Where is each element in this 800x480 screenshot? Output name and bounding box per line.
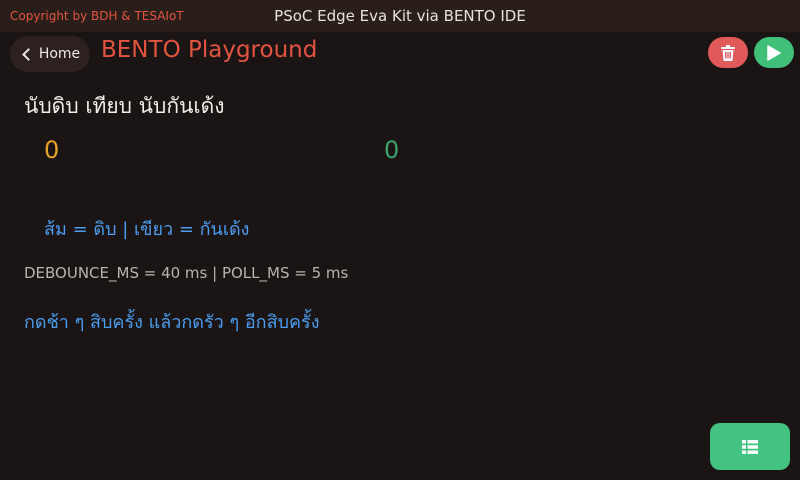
run-button[interactable] [754,37,794,68]
chevron-left-icon [21,47,35,61]
list-icon [742,439,758,454]
trash-icon [721,44,735,61]
top-bar: Copyright by BDH & TESAIoT PSoC Edge Eva… [0,0,800,32]
home-button-label: Home [38,46,81,62]
color-legend: ส้ม = ดิบ | เขียว = กันเด้ง [44,219,250,240]
play-icon [767,44,781,61]
instruction-text: กดช้า ๆ สิบครั้ง แล้วกดรัว ๆ อีกสิบครั้ง [24,312,320,333]
raw-count: 0 [44,136,60,164]
window-title: PSoC Edge Eva Kit via BENTO IDE [274,7,526,25]
page-title: BENTO Playground [101,37,318,63]
section-heading: นับดิบ เทียบ นับกันเด้ง [24,94,225,118]
clear-button[interactable] [708,37,748,68]
config-text: DEBOUNCE_MS = 40 ms | POLL_MS = 5 ms [24,264,349,282]
debounced-count: 0 [384,136,400,164]
home-button[interactable]: Home [10,36,90,72]
menu-button[interactable] [710,423,790,470]
